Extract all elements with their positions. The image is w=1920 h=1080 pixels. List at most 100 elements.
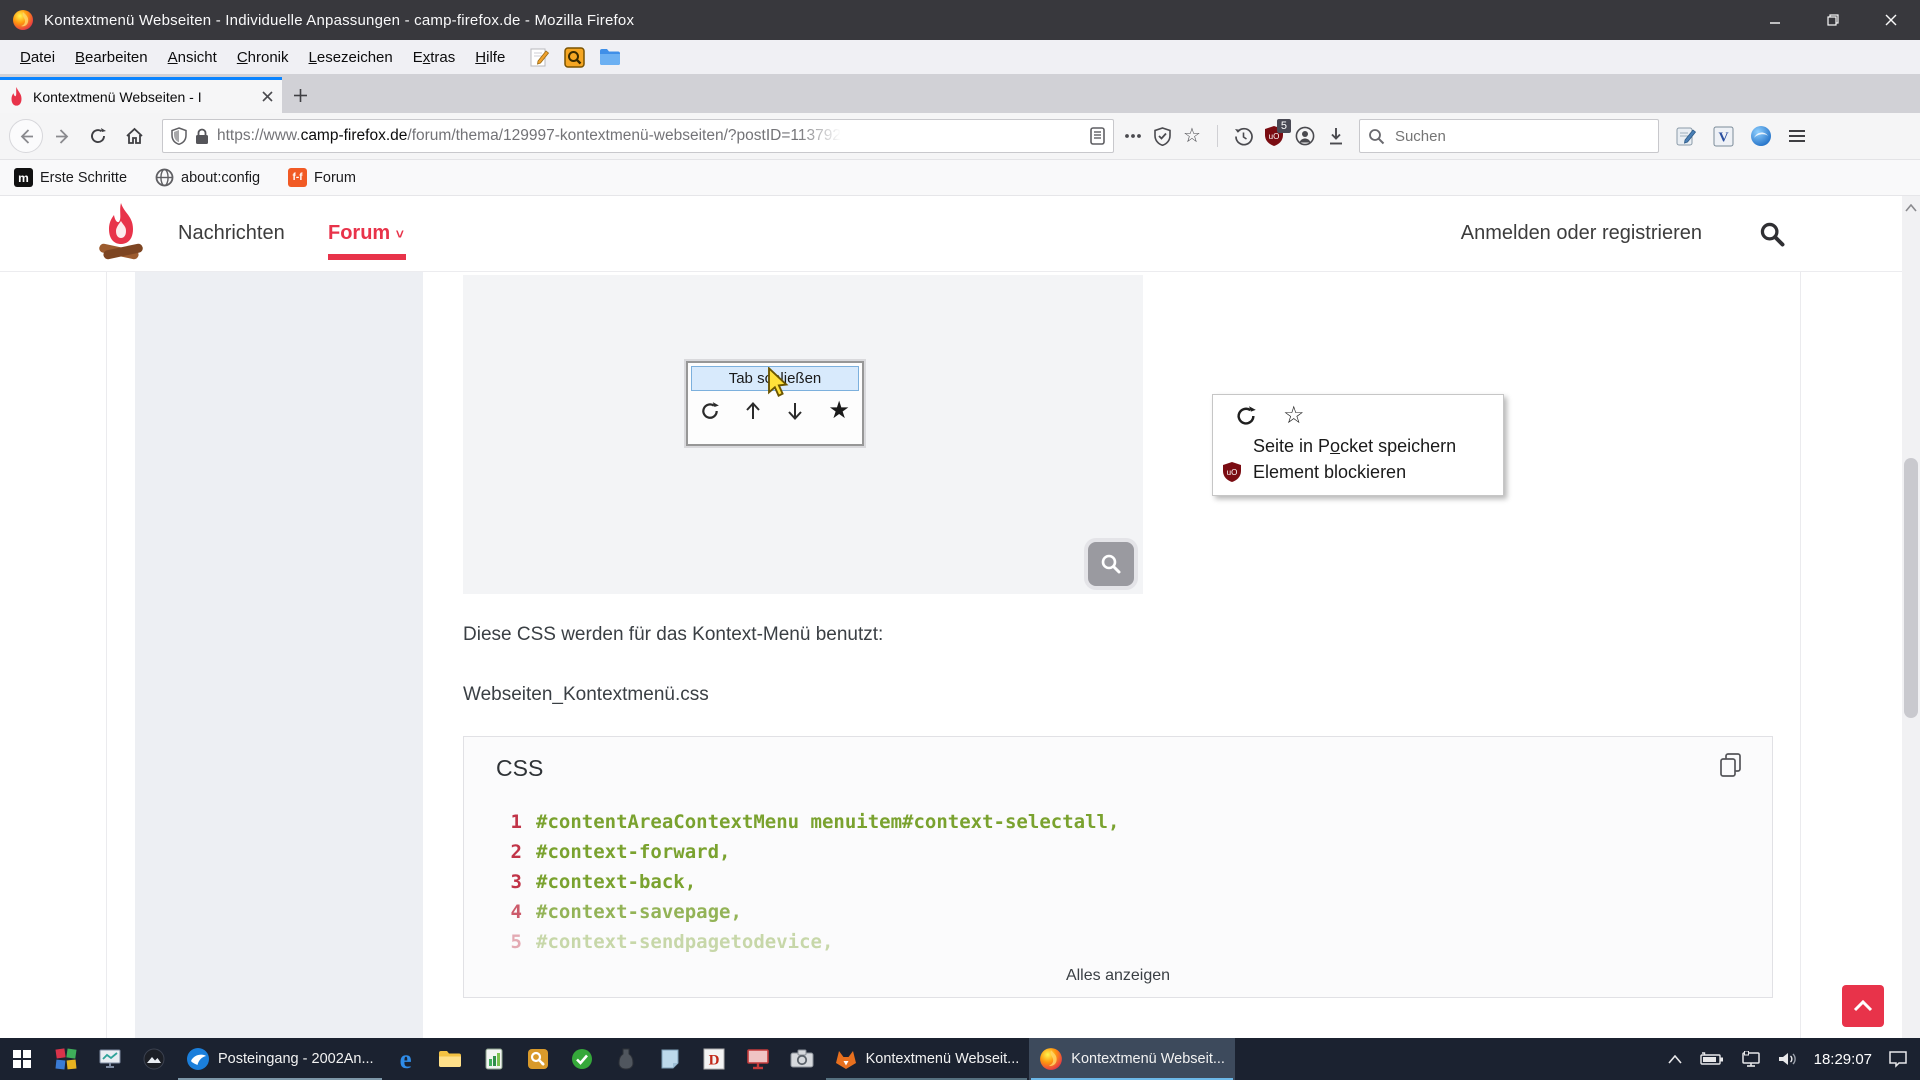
reader-view-icon[interactable] [1090,127,1105,145]
tray-network-icon[interactable] [1740,1051,1762,1067]
tab-favicon-flame-icon [8,87,25,107]
page-right-border [1800,272,1801,1038]
menu-hilfe[interactable]: Hilfe [465,45,515,70]
page-actions-icon[interactable] [1124,133,1142,139]
bookmark-about-config[interactable]: about:config [155,168,260,187]
reload-button[interactable] [80,118,116,154]
scrollbar-thumb[interactable] [1904,458,1918,718]
svg-text:D: D [708,1053,719,1069]
active-tab[interactable]: Kontextmenü Webseiten - I [0,77,282,113]
tab-close-icon[interactable] [261,90,274,103]
taskbar-d-tool-icon[interactable]: D [692,1038,736,1080]
bookmark-ff-icon: f-f [288,168,307,187]
tab-title: Kontextmenü Webseiten - I [33,89,223,105]
navigation-toolbar: https://www.camp-firefox.de/forum/thema/… [0,113,1920,160]
taskbar-monitor-chart-app-icon[interactable] [88,1038,132,1080]
taskbar-photos-app-icon[interactable] [132,1038,176,1080]
firefox-icon [1039,1047,1063,1071]
hamburger-menu-icon[interactable] [1788,129,1806,143]
url-text: https://www.camp-firefox.de/forum/thema/… [217,127,841,145]
menu-bar: Datei Bearbeiten Ansicht Chronik Lesezei… [0,40,1920,74]
taskbar-firefox-active-button[interactable]: Kontextmenü Webseit... [1029,1038,1235,1080]
post-screenshot-2[interactable]: ☆ Seite in Pocket speichern uO Element b… [1212,394,1504,496]
window-title: Kontextmenü Webseiten - Individuelle Anp… [44,12,634,29]
taskbar-dark-app-icon[interactable] [604,1038,648,1080]
taskbar-camera-icon[interactable] [780,1038,824,1080]
close-button[interactable] [1862,0,1920,40]
tray-speaker-icon[interactable] [1778,1051,1798,1067]
start-button[interactable] [0,1038,44,1080]
bookmark-forum[interactable]: f-f Forum [288,168,356,187]
campfire-logo[interactable] [97,201,145,265]
history-sync-icon[interactable] [1234,127,1253,146]
post-paragraph: Diese CSS werden für das Kontext-Menü be… [463,624,883,646]
taskbar-report-app-icon[interactable] [472,1038,516,1080]
menu-datei[interactable]: Datei [10,45,65,70]
shield-check-icon[interactable] [1154,127,1171,146]
search-input[interactable] [1393,127,1617,146]
chevron-down-icon: ˅ [396,226,404,242]
scroll-to-top-button[interactable] [1842,985,1884,1027]
url-bar[interactable]: https://www.camp-firefox.de/forum/thema/… [162,119,1114,153]
restore-button[interactable] [1804,0,1862,40]
login-link[interactable]: Anmelden oder registrieren [1461,222,1702,245]
lock-icon[interactable] [195,128,209,145]
cursor-arrow [763,367,791,399]
tray-action-center-icon[interactable] [1888,1050,1908,1068]
code-lines: 1#contentAreaContextMenu menuitem#contex… [464,807,1772,957]
back-button[interactable] [8,118,44,154]
edit-extension-icon[interactable] [1675,125,1697,147]
taskbar-keepass-icon[interactable] [516,1038,560,1080]
folder-icon[interactable] [599,48,621,66]
orange-search-extension-icon[interactable] [564,47,585,68]
taskbar-red-monitor-icon[interactable] [736,1038,780,1080]
ublock-origin-icon[interactable]: uO 5 [1265,126,1283,146]
blue-swirl-extension-icon[interactable] [1750,125,1772,147]
post-screenshot-1[interactable]: Tab schließen ★ [463,275,1143,594]
tray-chevron-up-icon[interactable] [1668,1055,1682,1064]
menu-extras[interactable]: Extras [403,45,466,70]
tray-battery-icon[interactable] [1698,1052,1724,1066]
new-tab-button[interactable] [282,77,318,113]
v-extension-icon[interactable]: V [1713,126,1734,147]
tracking-shield-icon[interactable] [171,127,187,145]
bookmarks-toolbar: m Erste Schritte about:config f-f Forum [0,160,1920,196]
bookmark-erste-schritte[interactable]: m Erste Schritte [14,168,127,187]
bookmark-m-icon: m [14,168,33,187]
screenshot-reload-icon [700,401,720,421]
screenshot-up-arrow-icon [744,401,762,421]
taskbar-collage-app-icon[interactable] [44,1038,88,1080]
download-icon[interactable] [1327,127,1345,146]
bookmark-star-icon[interactable]: ☆ [1183,126,1201,146]
taskbar-thunderbird-button[interactable]: Posteingang - 2002An... [176,1038,384,1080]
site-search-icon[interactable] [1758,220,1786,248]
windows-taskbar: Posteingang - 2002An... e D Kontextmenü … [0,1038,1920,1080]
image-zoom-button[interactable] [1088,542,1134,586]
page-scrollbar[interactable] [1902,196,1920,1038]
screenshot-down-arrow-icon [786,401,804,421]
search-bar[interactable] [1359,119,1659,153]
taskbar-notes-app-icon[interactable] [648,1038,692,1080]
taskbar-edge-icon[interactable]: e [384,1038,428,1080]
copy-code-icon[interactable] [1720,753,1742,777]
account-icon[interactable] [1295,126,1315,146]
note-pencil-icon[interactable] [529,47,550,68]
menu-lesezeichen[interactable]: Lesezeichen [299,45,403,70]
nav-forum[interactable]: Forum ˅ [328,222,404,245]
taskbar-explorer-icon[interactable] [428,1038,472,1080]
show-all-button[interactable]: Alles anzeigen [464,967,1772,985]
forward-button[interactable] [44,118,80,154]
menu-chronik[interactable]: Chronik [227,45,299,70]
home-button[interactable] [116,118,152,154]
tray-clock[interactable]: 18:29:07 [1814,1051,1872,1068]
minimize-button[interactable] [1746,0,1804,40]
menu-ansicht[interactable]: Ansicht [158,45,227,70]
thunderbird-icon [186,1047,210,1071]
menu-bearbeiten[interactable]: Bearbeiten [65,45,158,70]
menu-block-item: uO Element blockieren [1213,457,1503,483]
nav-nachrichten[interactable]: Nachrichten [178,222,285,245]
scrollbar-up-arrow[interactable] [1905,204,1917,212]
taskbar-firefox-old-button[interactable]: Kontextmenü Webseit... [824,1038,1030,1080]
taskbar-antivirus-icon[interactable] [560,1038,604,1080]
window-titlebar: Kontextmenü Webseiten - Individuelle Anp… [0,0,1920,40]
